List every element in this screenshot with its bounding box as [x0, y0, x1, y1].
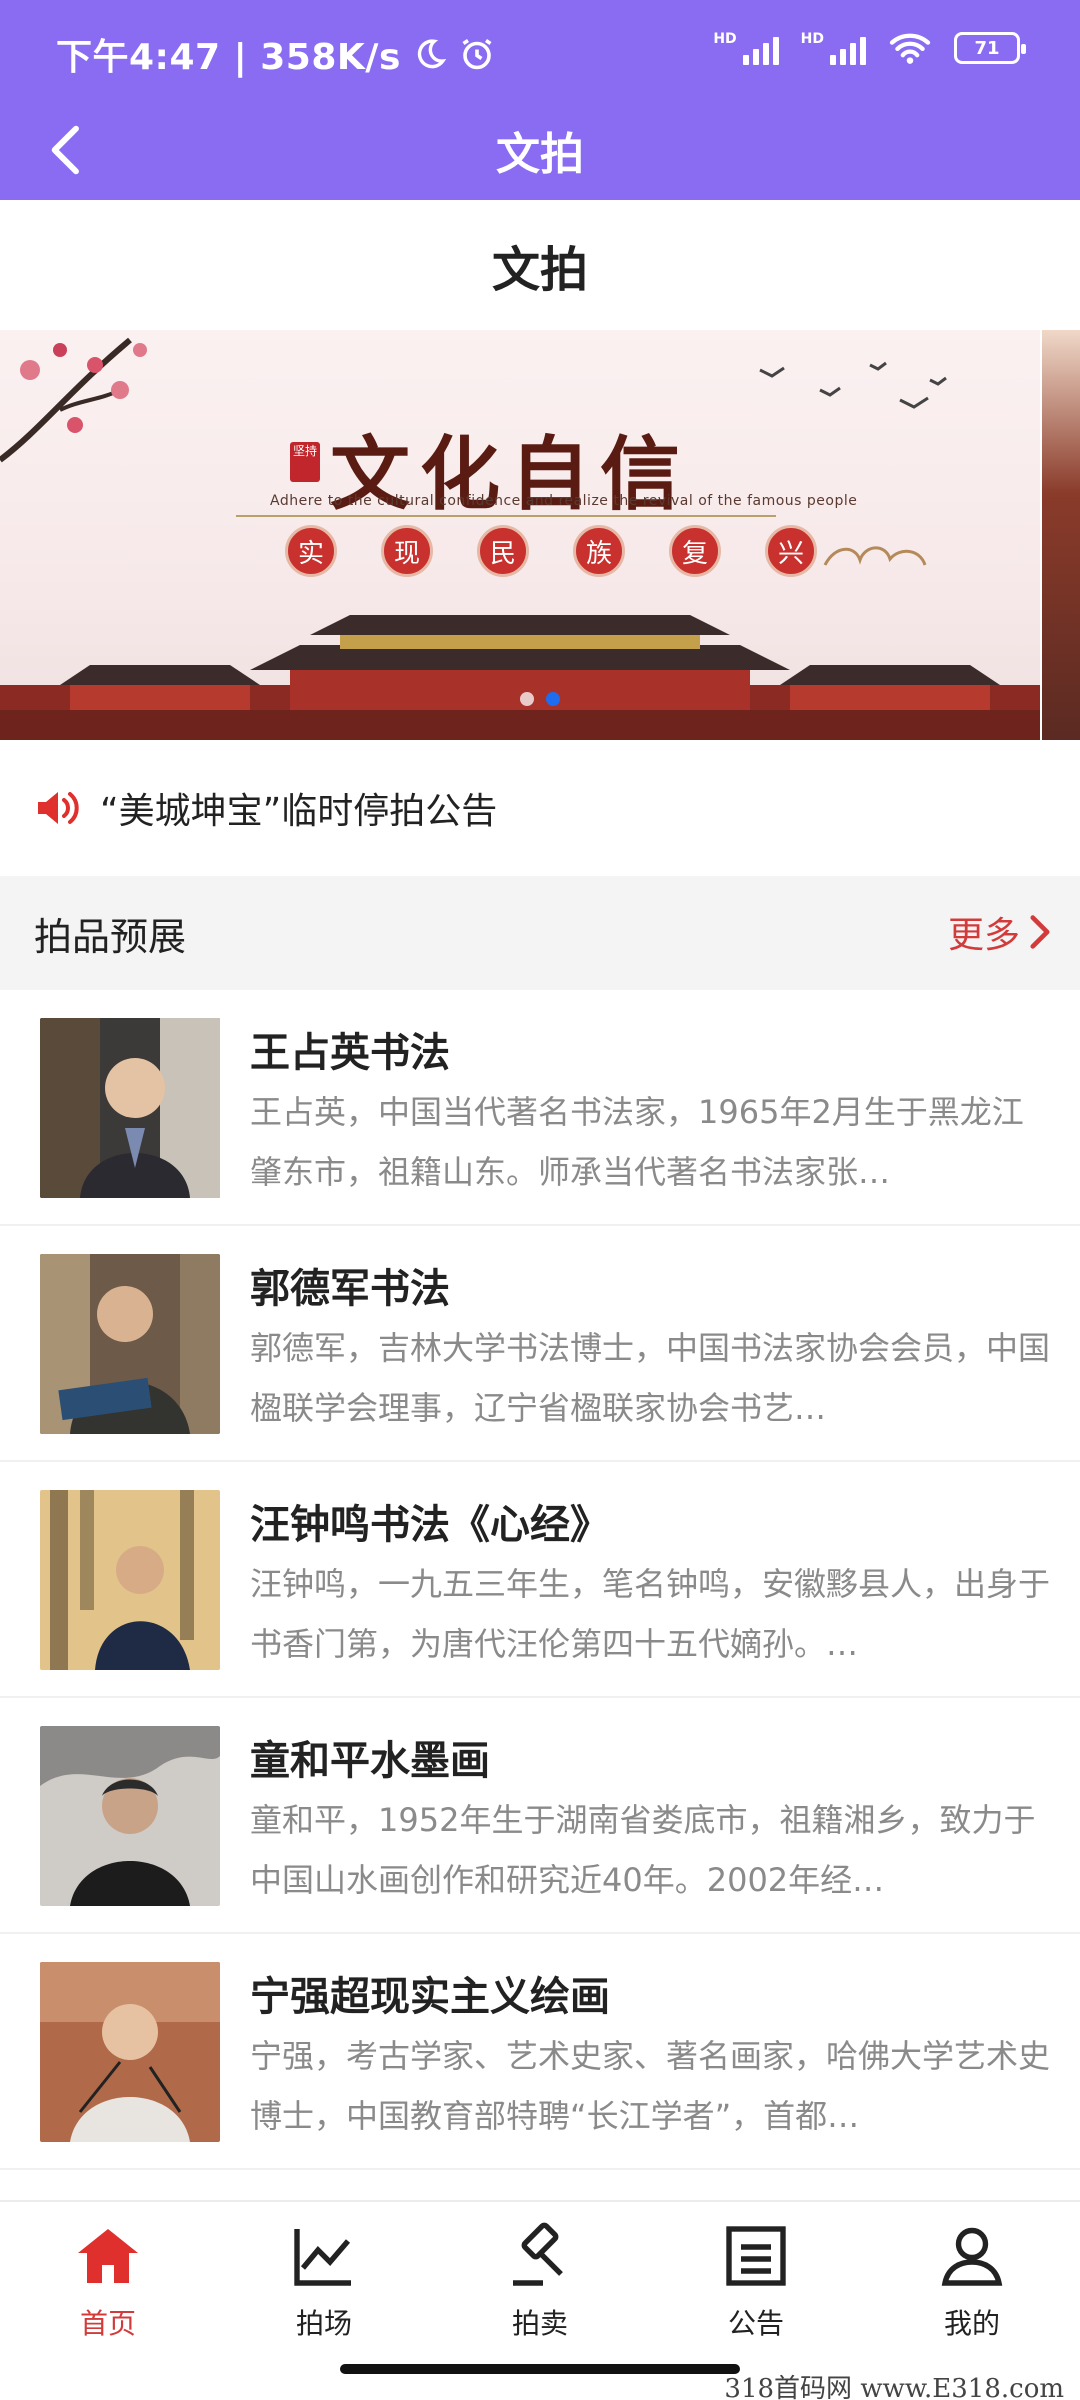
- banner-carousel[interactable]: 坚持 文化自信 Adhere to the cultural confidenc…: [0, 330, 1080, 740]
- item-description: 童和平，1952年生于湖南省娄底市，祖籍湘乡，致力于中国山水画创作和研究近40年…: [250, 1801, 1036, 1899]
- moon-icon: [417, 39, 447, 69]
- plum-branch-illustration: [0, 337, 147, 463]
- status-left: 下午4:47 | 358K/s: [56, 28, 495, 80]
- cloud-ornament-illustration: [823, 546, 927, 566]
- banner-char: 族: [573, 525, 625, 577]
- banner-seal: 坚持: [290, 442, 320, 482]
- nav-label[interactable]: 公告: [648, 2302, 864, 2342]
- item-title[interactable]: 汪钟鸣书法《心经》: [250, 1492, 610, 1550]
- item-title[interactable]: 童和平水墨画: [250, 1728, 490, 1786]
- notice-text[interactable]: “美城坤宝”临时停拍公告: [100, 782, 497, 834]
- item-title[interactable]: 王占英书法: [250, 1020, 450, 1078]
- nav-label[interactable]: 首页: [0, 2302, 216, 2342]
- page-title: 文拍: [491, 242, 588, 298]
- list-item[interactable]: 童和平水墨画 童和平，1952年生于湖南省娄底市，祖籍湘乡，致力于中国山水画创作…: [0, 1698, 1080, 1934]
- nav-auction[interactable]: 拍卖: [432, 2220, 648, 2342]
- item-thumbnail[interactable]: [40, 1254, 220, 1434]
- list-item[interactable]: 宁强超现实主义绘画 宁强，考古学家、艺术史家、著名画家，哈佛大学艺术史博士，中国…: [0, 1934, 1080, 2170]
- item-thumbnail[interactable]: [40, 1726, 220, 1906]
- palace-illustration: [0, 615, 1040, 740]
- item-description: 郭德军，吉林大学书法博士，中国书法家协会会员，中国楹联学会理事，辽宁省楹联家协会…: [250, 1329, 1050, 1427]
- more-label[interactable]: 更多: [948, 906, 1020, 958]
- app-bar-title: 文拍: [496, 129, 584, 180]
- banner-char: 实: [285, 525, 337, 577]
- carousel-dot[interactable]: [520, 692, 534, 706]
- item-title[interactable]: 宁强超现实主义绘画: [250, 1964, 610, 2022]
- banner-subtitle: Adhere to the cultural confidence and re…: [270, 493, 858, 509]
- signal-2-icon: HD: [801, 31, 866, 65]
- notice-icon[interactable]: [720, 2220, 792, 2292]
- home-icon[interactable]: [72, 2220, 144, 2292]
- status-time-speed: 下午4:47 | 358K/s: [56, 37, 401, 78]
- speaker-icon: [38, 792, 79, 824]
- nav-home[interactable]: 首页: [0, 2220, 216, 2342]
- item-description: 宁强，考古学家、艺术史家、著名画家，哈佛大学艺术史博士，中国教育部特聘“长江学者…: [250, 2037, 1050, 2135]
- nav-auction-hall[interactable]: 拍场: [216, 2220, 432, 2342]
- list-item[interactable]: 郭德军书法 郭德军，吉林大学书法博士，中国书法家协会会员，中国楹联学会理事，辽宁…: [0, 1226, 1080, 1462]
- home-indicator[interactable]: [340, 2364, 740, 2374]
- status-bar: 下午4:47 | 358K/s HD HD 71: [0, 0, 1080, 100]
- item-thumbnail[interactable]: [40, 1490, 220, 1670]
- status-right: HD HD 71: [713, 30, 1026, 66]
- section-title: 拍品预展: [34, 915, 187, 959]
- top-bar: 下午4:47 | 358K/s HD HD 71 文拍: [0, 0, 1080, 200]
- banner-characters: 实 现 民 族 复 兴: [285, 525, 817, 577]
- banner-next-slide-peek: [1042, 330, 1080, 740]
- user-icon[interactable]: [936, 2220, 1008, 2292]
- wifi-icon: [889, 33, 931, 64]
- item-title[interactable]: 郭德军书法: [250, 1256, 450, 1314]
- battery-level: 71: [974, 37, 1000, 59]
- birds-illustration: [759, 361, 947, 409]
- item-thumbnail[interactable]: [40, 1962, 220, 2142]
- watermark-text: 318首码网 www.E318.com: [724, 2374, 1064, 2400]
- signal-1-icon: HD: [713, 31, 779, 65]
- banner-char: 现: [381, 525, 433, 577]
- banner-divider: [236, 515, 776, 517]
- chart-icon[interactable]: [288, 2220, 360, 2292]
- nav-label[interactable]: 拍场: [216, 2302, 432, 2342]
- list-item[interactable]: 王占英书法 王占英，中国当代著名书法家，1965年2月生于黑龙江肇东市，祖籍山东…: [0, 990, 1080, 1226]
- item-thumbnail[interactable]: [40, 1018, 220, 1198]
- carousel-dot[interactable]: [546, 692, 560, 706]
- chevron-right-icon[interactable]: [1026, 914, 1054, 950]
- signal-1-label: HD: [713, 31, 737, 47]
- app-bar: 文拍: [0, 100, 1080, 200]
- signal-2-label: HD: [800, 31, 824, 47]
- preview-list: 王占英书法 王占英，中国当代著名书法家，1965年2月生于黑龙江肇东市，祖籍山东…: [0, 990, 1080, 2170]
- banner-char: 兴: [765, 525, 817, 577]
- banner-slide[interactable]: 坚持 文化自信 Adhere to the cultural confidenc…: [0, 330, 1040, 740]
- list-item[interactable]: 汪钟鸣书法《心经》 汪钟鸣，一九五三年生，笔名钟鸣，安徽黟县人，出身于书香门第，…: [0, 1462, 1080, 1698]
- notice-bar[interactable]: “美城坤宝”临时停拍公告: [0, 740, 1080, 876]
- item-description: 王占英，中国当代著名书法家，1965年2月生于黑龙江肇东市，祖籍山东。师承当代著…: [250, 1093, 1024, 1191]
- banner-char: 复: [669, 525, 721, 577]
- more-link[interactable]: 更多: [948, 906, 1054, 958]
- battery-icon: 71: [954, 32, 1026, 64]
- nav-profile[interactable]: 我的: [864, 2220, 1080, 2342]
- carousel-indicator: [0, 692, 1080, 706]
- gavel-icon[interactable]: [504, 2220, 576, 2292]
- nav-label[interactable]: 我的: [864, 2302, 1080, 2342]
- nav-label[interactable]: 拍卖: [432, 2302, 648, 2342]
- section-header: 拍品预展 更多: [0, 876, 1080, 990]
- item-description: 汪钟鸣，一九五三年生，笔名钟鸣，安徽黟县人，出身于书香门第，为唐代汪伦第四十五代…: [250, 1565, 1050, 1663]
- nav-notices[interactable]: 公告: [648, 2220, 864, 2342]
- banner-char: 民: [477, 525, 529, 577]
- alarm-icon: [462, 39, 492, 70]
